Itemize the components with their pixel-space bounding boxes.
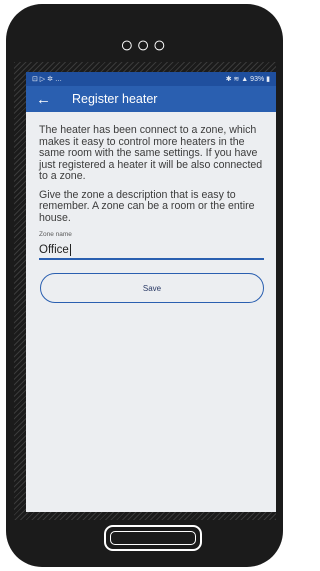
info-paragraph-1: The heater has been connect to a zone, w… [39,124,263,182]
app-screen: ⊡ ▷ ✲ … ✱ ≋ ▲ 93% ▮ ← Register heater Th… [26,72,276,512]
home-button-inner [110,531,196,545]
status-left-icons: ⊡ ▷ ✲ … [32,76,62,83]
app-bar: ← Register heater [26,86,276,112]
back-arrow-icon[interactable]: ← [36,91,58,108]
home-button[interactable] [104,525,202,551]
zone-name-label: Zone name [39,231,72,238]
zone-name-value: Office [39,243,69,256]
zone-name-input[interactable]: Office [39,242,264,260]
info-paragraph-2: Give the zone a description that is easy… [39,188,255,224]
text-caret [69,243,71,256]
page-title: Register heater [72,92,158,106]
status-right-icons: ✱ ≋ ▲ 93% ▮ [225,76,270,83]
speaker-dots: ○○○ [120,32,169,57]
save-button[interactable]: Save [40,273,264,303]
content-area: The heater has been connect to a zone, w… [26,112,276,303]
status-bar: ⊡ ▷ ✲ … ✱ ≋ ▲ 93% ▮ [26,72,276,86]
